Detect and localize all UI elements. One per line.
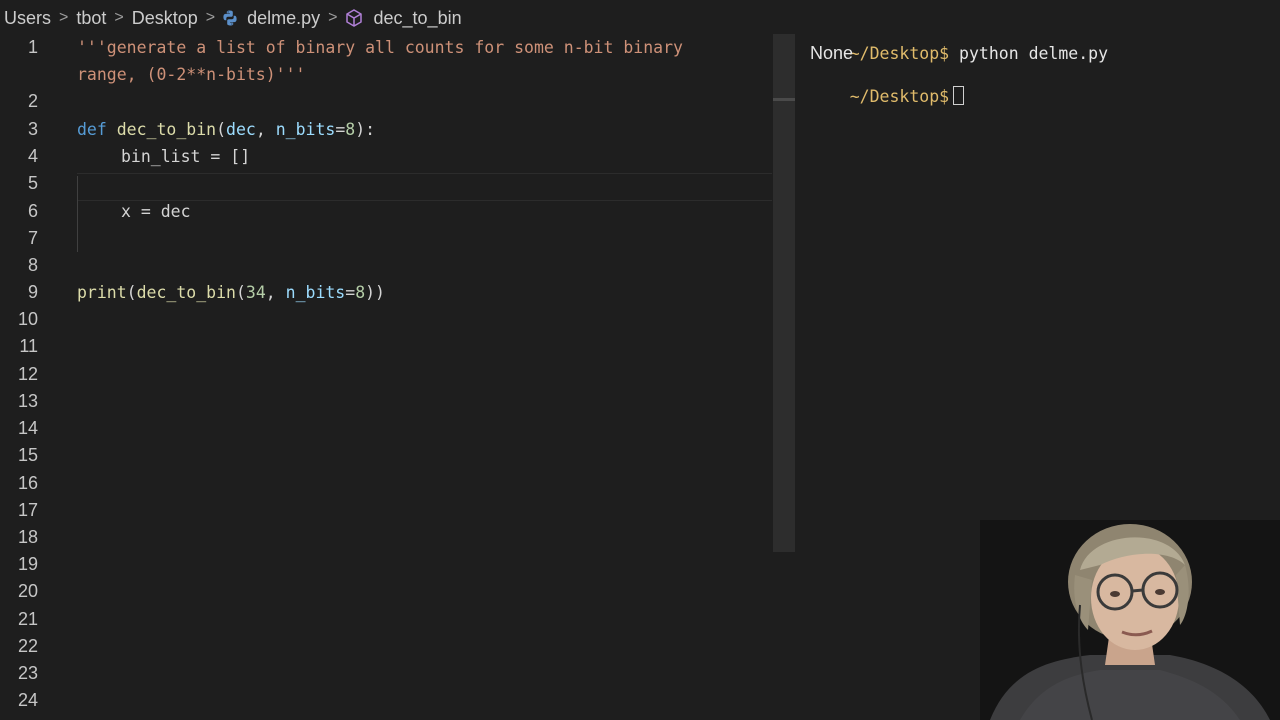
line-number: 15 bbox=[17, 445, 38, 465]
code-line: 6 x = dec bbox=[0, 198, 772, 225]
code-line: 2 bbox=[0, 88, 772, 115]
code-line-current: 5 bbox=[0, 170, 772, 197]
line-number: 8 bbox=[27, 255, 38, 275]
comma: , bbox=[255, 120, 276, 139]
code-line: 4 bin_list = [] bbox=[0, 143, 772, 170]
line-number: 6 bbox=[27, 201, 38, 221]
line-number: 11 bbox=[19, 336, 38, 356]
line-number: 4 bbox=[27, 146, 38, 166]
terminal-prompt: ~/Desktop$ bbox=[849, 87, 950, 106]
breadcrumb-item-users[interactable]: Users bbox=[2, 8, 53, 29]
chevron-right-icon: > bbox=[59, 9, 69, 26]
function-name: print bbox=[77, 283, 127, 302]
equals: = bbox=[345, 283, 356, 302]
method-cube-icon bbox=[344, 8, 364, 28]
chevron-right-icon: > bbox=[114, 9, 124, 26]
vertical-scrollbar-thumb[interactable] bbox=[773, 34, 795, 552]
keyword-def: def bbox=[77, 120, 107, 139]
number-literal: 8 bbox=[345, 120, 356, 139]
print-call: print(dec_to_bin(34, n_bits=8)) bbox=[77, 279, 385, 306]
webcam-overlay bbox=[980, 520, 1280, 720]
chevron-right-icon: > bbox=[205, 9, 216, 26]
paren: ( bbox=[235, 283, 246, 302]
breadcrumb: Users > tbot > Desktop > delme.py > dec_… bbox=[0, 0, 780, 36]
number-literal: 8 bbox=[355, 283, 366, 302]
function-name: dec_to_bin bbox=[136, 283, 236, 302]
line-number: 1 bbox=[27, 37, 38, 57]
number-literal: 34 bbox=[245, 283, 266, 302]
equals: = bbox=[335, 120, 346, 139]
function-name: dec_to_bin bbox=[116, 120, 217, 139]
docstring-wrap: range, (0-2**n-bits)''' bbox=[77, 65, 306, 84]
assignment: x = dec bbox=[121, 202, 191, 221]
code-line: 3 def dec_to_bin(dec, n_bits=8): bbox=[0, 116, 772, 143]
line-number: 9 bbox=[27, 282, 38, 302]
breadcrumb-item-tbot[interactable]: tbot bbox=[74, 8, 108, 29]
param-n-bits: n_bits bbox=[275, 120, 336, 139]
chevron-right-icon: > bbox=[328, 9, 338, 26]
paren-close: ): bbox=[355, 120, 376, 139]
line-number: 22 bbox=[17, 636, 38, 656]
docstring: '''generate a list of binary all counts … bbox=[77, 38, 683, 57]
assignment: bin_list = [] bbox=[121, 147, 251, 166]
code-line: 8 bbox=[0, 252, 772, 279]
line-number: 20 bbox=[17, 581, 38, 601]
scrollbar-cursor-marker bbox=[773, 98, 795, 101]
paren: ( bbox=[216, 120, 227, 139]
line-number: 5 bbox=[27, 173, 38, 193]
code-editor[interactable]: 1 '''generate a list of binary all count… bbox=[0, 34, 796, 720]
terminal-output: None bbox=[810, 43, 854, 63]
line-number: 2 bbox=[27, 91, 38, 111]
breadcrumb-item-desktop[interactable]: Desktop bbox=[130, 8, 200, 29]
paren: ( bbox=[126, 283, 137, 302]
line-number: 10 bbox=[17, 309, 38, 329]
terminal-line: ~/Desktop$ bbox=[810, 64, 965, 130]
line-number: 16 bbox=[17, 473, 38, 493]
code-line: 1 '''generate a list of binary all count… bbox=[0, 34, 772, 61]
paren-close: )) bbox=[365, 283, 385, 302]
breadcrumb-item-symbol[interactable]: dec_to_bin bbox=[372, 8, 464, 29]
line-number: 12 bbox=[17, 364, 38, 384]
breadcrumb-item-file[interactable]: delme.py bbox=[245, 8, 322, 29]
python-file-icon bbox=[221, 9, 239, 27]
line-number: 23 bbox=[17, 663, 38, 683]
code-line: 7 bbox=[0, 225, 772, 252]
param-dec: dec bbox=[226, 120, 256, 139]
line-number: 14 bbox=[17, 418, 38, 438]
line-number: 17 bbox=[17, 500, 38, 520]
line-number: 18 bbox=[17, 527, 38, 547]
code-line: 9 print(dec_to_bin(34, n_bits=8)) bbox=[0, 279, 772, 306]
line-number: 19 bbox=[17, 554, 38, 574]
presenter-video bbox=[980, 520, 1280, 720]
function-def: def dec_to_bin(dec, n_bits=8): bbox=[77, 116, 375, 143]
terminal-cursor bbox=[953, 86, 965, 105]
line-number: 7 bbox=[27, 228, 38, 248]
line-number: 24 bbox=[17, 690, 38, 710]
terminal-command: python delme.py bbox=[949, 44, 1109, 63]
line-number: 3 bbox=[27, 119, 38, 139]
line-number: 21 bbox=[17, 609, 38, 629]
comma: , bbox=[265, 283, 286, 302]
terminal-prompt: ~/Desktop$ bbox=[849, 44, 950, 63]
code-line-wrapped: range, (0-2**n-bits)''' bbox=[0, 61, 772, 88]
param-n-bits: n_bits bbox=[285, 283, 346, 302]
line-number: 13 bbox=[17, 391, 38, 411]
